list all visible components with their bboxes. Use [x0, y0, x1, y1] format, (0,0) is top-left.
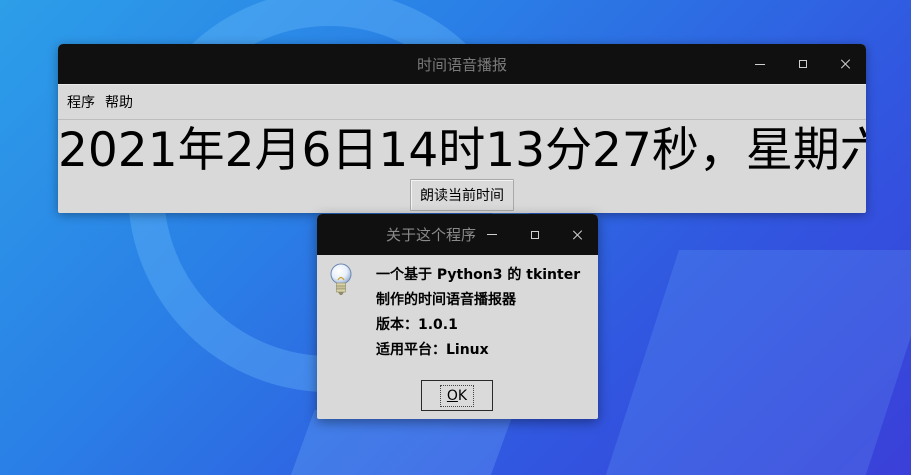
lightbulb-icon	[330, 263, 352, 295]
clock-display: 2021年2月6日14时13分27秒，星期六	[58, 123, 866, 178]
about-dialog-titlebar[interactable]: 关于这个程序	[317, 214, 598, 255]
about-dialog-title: 关于这个程序	[386, 226, 477, 244]
read-time-button[interactable]: 朗读当前时间	[410, 179, 514, 211]
about-line-version: 版本：1.0.1	[376, 317, 458, 333]
about-message: 一个基于 Python3 的 tkinter 制作的时间语音播报器 版本：1.0…	[376, 263, 596, 363]
minimize-icon	[487, 234, 497, 235]
maximize-icon	[799, 60, 807, 68]
about-close-button[interactable]	[558, 214, 598, 255]
maximize-icon	[531, 230, 539, 239]
main-minimize-button[interactable]	[740, 44, 780, 84]
ok-label-rest: K	[457, 387, 468, 404]
about-dialog: 关于这个程序 一个基于 Python3 的 tkinter 制作的时间语音播报器…	[317, 214, 598, 419]
close-icon	[841, 59, 851, 69]
ok-mnemonic: O	[446, 387, 458, 404]
menu-help[interactable]: 帮助	[100, 92, 138, 112]
menubar: 程序 帮助	[58, 84, 866, 120]
about-maximize-button[interactable]	[515, 214, 555, 255]
about-line-1: 一个基于 Python3 的 tkinter	[376, 267, 581, 283]
main-window: 时间语音播报 程序 帮助 2021年2月6日14时13分27秒，星期六 朗读当前…	[58, 44, 866, 213]
menu-program[interactable]: 程序	[62, 92, 100, 112]
close-icon	[573, 230, 583, 240]
wallpaper-slab-shape	[601, 250, 911, 475]
ok-button[interactable]: OK	[421, 380, 493, 411]
ok-button-focus-ring: OK	[439, 384, 475, 407]
main-window-titlebar[interactable]: 时间语音播报	[58, 44, 866, 84]
main-maximize-button[interactable]	[783, 44, 823, 84]
about-minimize-button[interactable]	[472, 214, 512, 255]
wallpaper-slab-shape-2	[285, 410, 515, 475]
main-close-button[interactable]	[826, 44, 866, 84]
main-window-title: 时间语音播报	[416, 55, 507, 74]
minimize-icon	[755, 63, 765, 65]
about-line-2: 制作的时间语音播报器	[376, 292, 516, 308]
about-line-platform: 适用平台：Linux	[376, 342, 489, 358]
